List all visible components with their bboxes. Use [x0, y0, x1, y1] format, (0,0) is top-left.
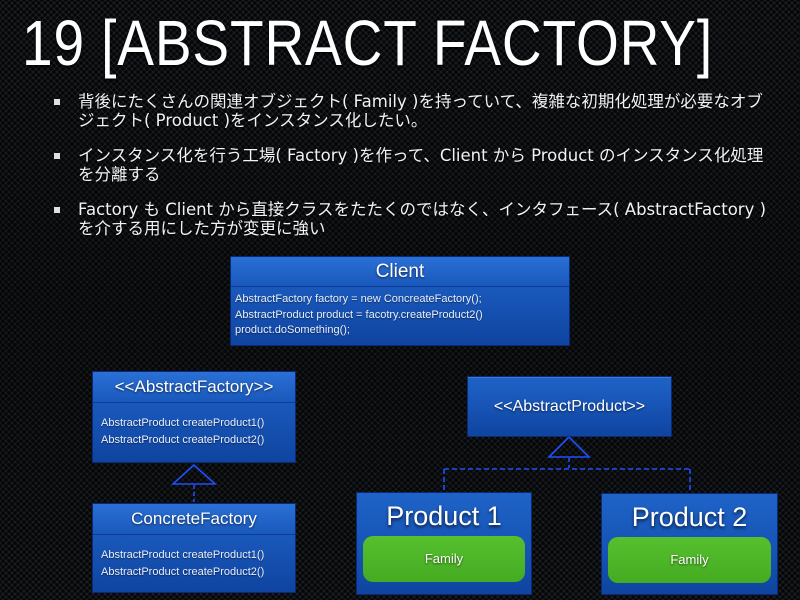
realization-arrow-icon [547, 435, 591, 458]
bullet-text: 背後にたくさんの関連オブジェクト( Family )を持っていて、複雑な初期化処… [78, 92, 763, 130]
abstract-factory-class-box: <<AbstractFactory>> AbstractProduct crea… [92, 371, 296, 463]
bullet-text: インスタンス化を行う工場( Factory )を作って、Client から Pr… [78, 146, 764, 184]
bullet-item: インスタンス化を行う工場( Factory )を作って、Client から Pr… [52, 146, 772, 184]
slide-title: 19 [ABSTRACT FACTORY] [22, 7, 713, 79]
realization-arrow-icon [170, 463, 218, 485]
class-body: AbstractProduct createProduct1() Abstrac… [93, 403, 295, 449]
method-line: AbstractProduct createProduct2() [101, 434, 265, 446]
concrete-factory-class-box: ConcreteFactory AbstractProduct createPr… [92, 503, 296, 593]
abstract-product-class-box: <<AbstractProduct>> [467, 376, 672, 437]
bullet-item: 背後にたくさんの関連オブジェクト( Family )を持っていて、複雑な初期化処… [52, 92, 772, 130]
bullet-icon [54, 207, 60, 213]
class-body: AbstractFactory factory = new ConcreateF… [231, 287, 569, 344]
class-name: <<AbstractProduct>> [493, 398, 646, 415]
product-name: Product 1 [386, 501, 502, 531]
bullet-list: 背後にたくさんの関連オブジェクト( Family )を持っていて、複雑な初期化処… [52, 92, 772, 254]
product-1-box: Product 1 Family [356, 492, 532, 595]
class-body: AbstractProduct createProduct1() Abstrac… [93, 535, 295, 581]
family-badge: Family [608, 537, 771, 583]
product-2-box: Product 2 Family [601, 493, 778, 595]
client-class-box: Client AbstractFactory factory = new Con… [230, 256, 570, 346]
bullet-icon [54, 99, 60, 105]
family-badge: Family [363, 536, 525, 582]
bullet-item: Factory も Client から直接クラスをたたくのではなく、インタフェー… [52, 200, 772, 238]
code-line: AbstractProduct product = facotry.create… [235, 308, 483, 321]
class-name: Client [231, 257, 569, 287]
code-line: product.doSomething(); [235, 324, 350, 336]
class-name: <<AbstractFactory>> [93, 372, 295, 403]
method-line: AbstractProduct createProduct1() [101, 417, 265, 429]
class-name: ConcreteFactory [93, 504, 295, 535]
bullet-icon [54, 153, 60, 159]
code-line: AbstractFactory factory = new ConcreateF… [235, 293, 482, 305]
method-line: AbstractProduct createProduct1() [101, 549, 265, 561]
bullet-text: Factory も Client から直接クラスをたたくのではなく、インタフェー… [78, 200, 767, 238]
product-name: Product 2 [631, 502, 748, 532]
method-line: AbstractProduct createProduct2() [101, 566, 265, 578]
